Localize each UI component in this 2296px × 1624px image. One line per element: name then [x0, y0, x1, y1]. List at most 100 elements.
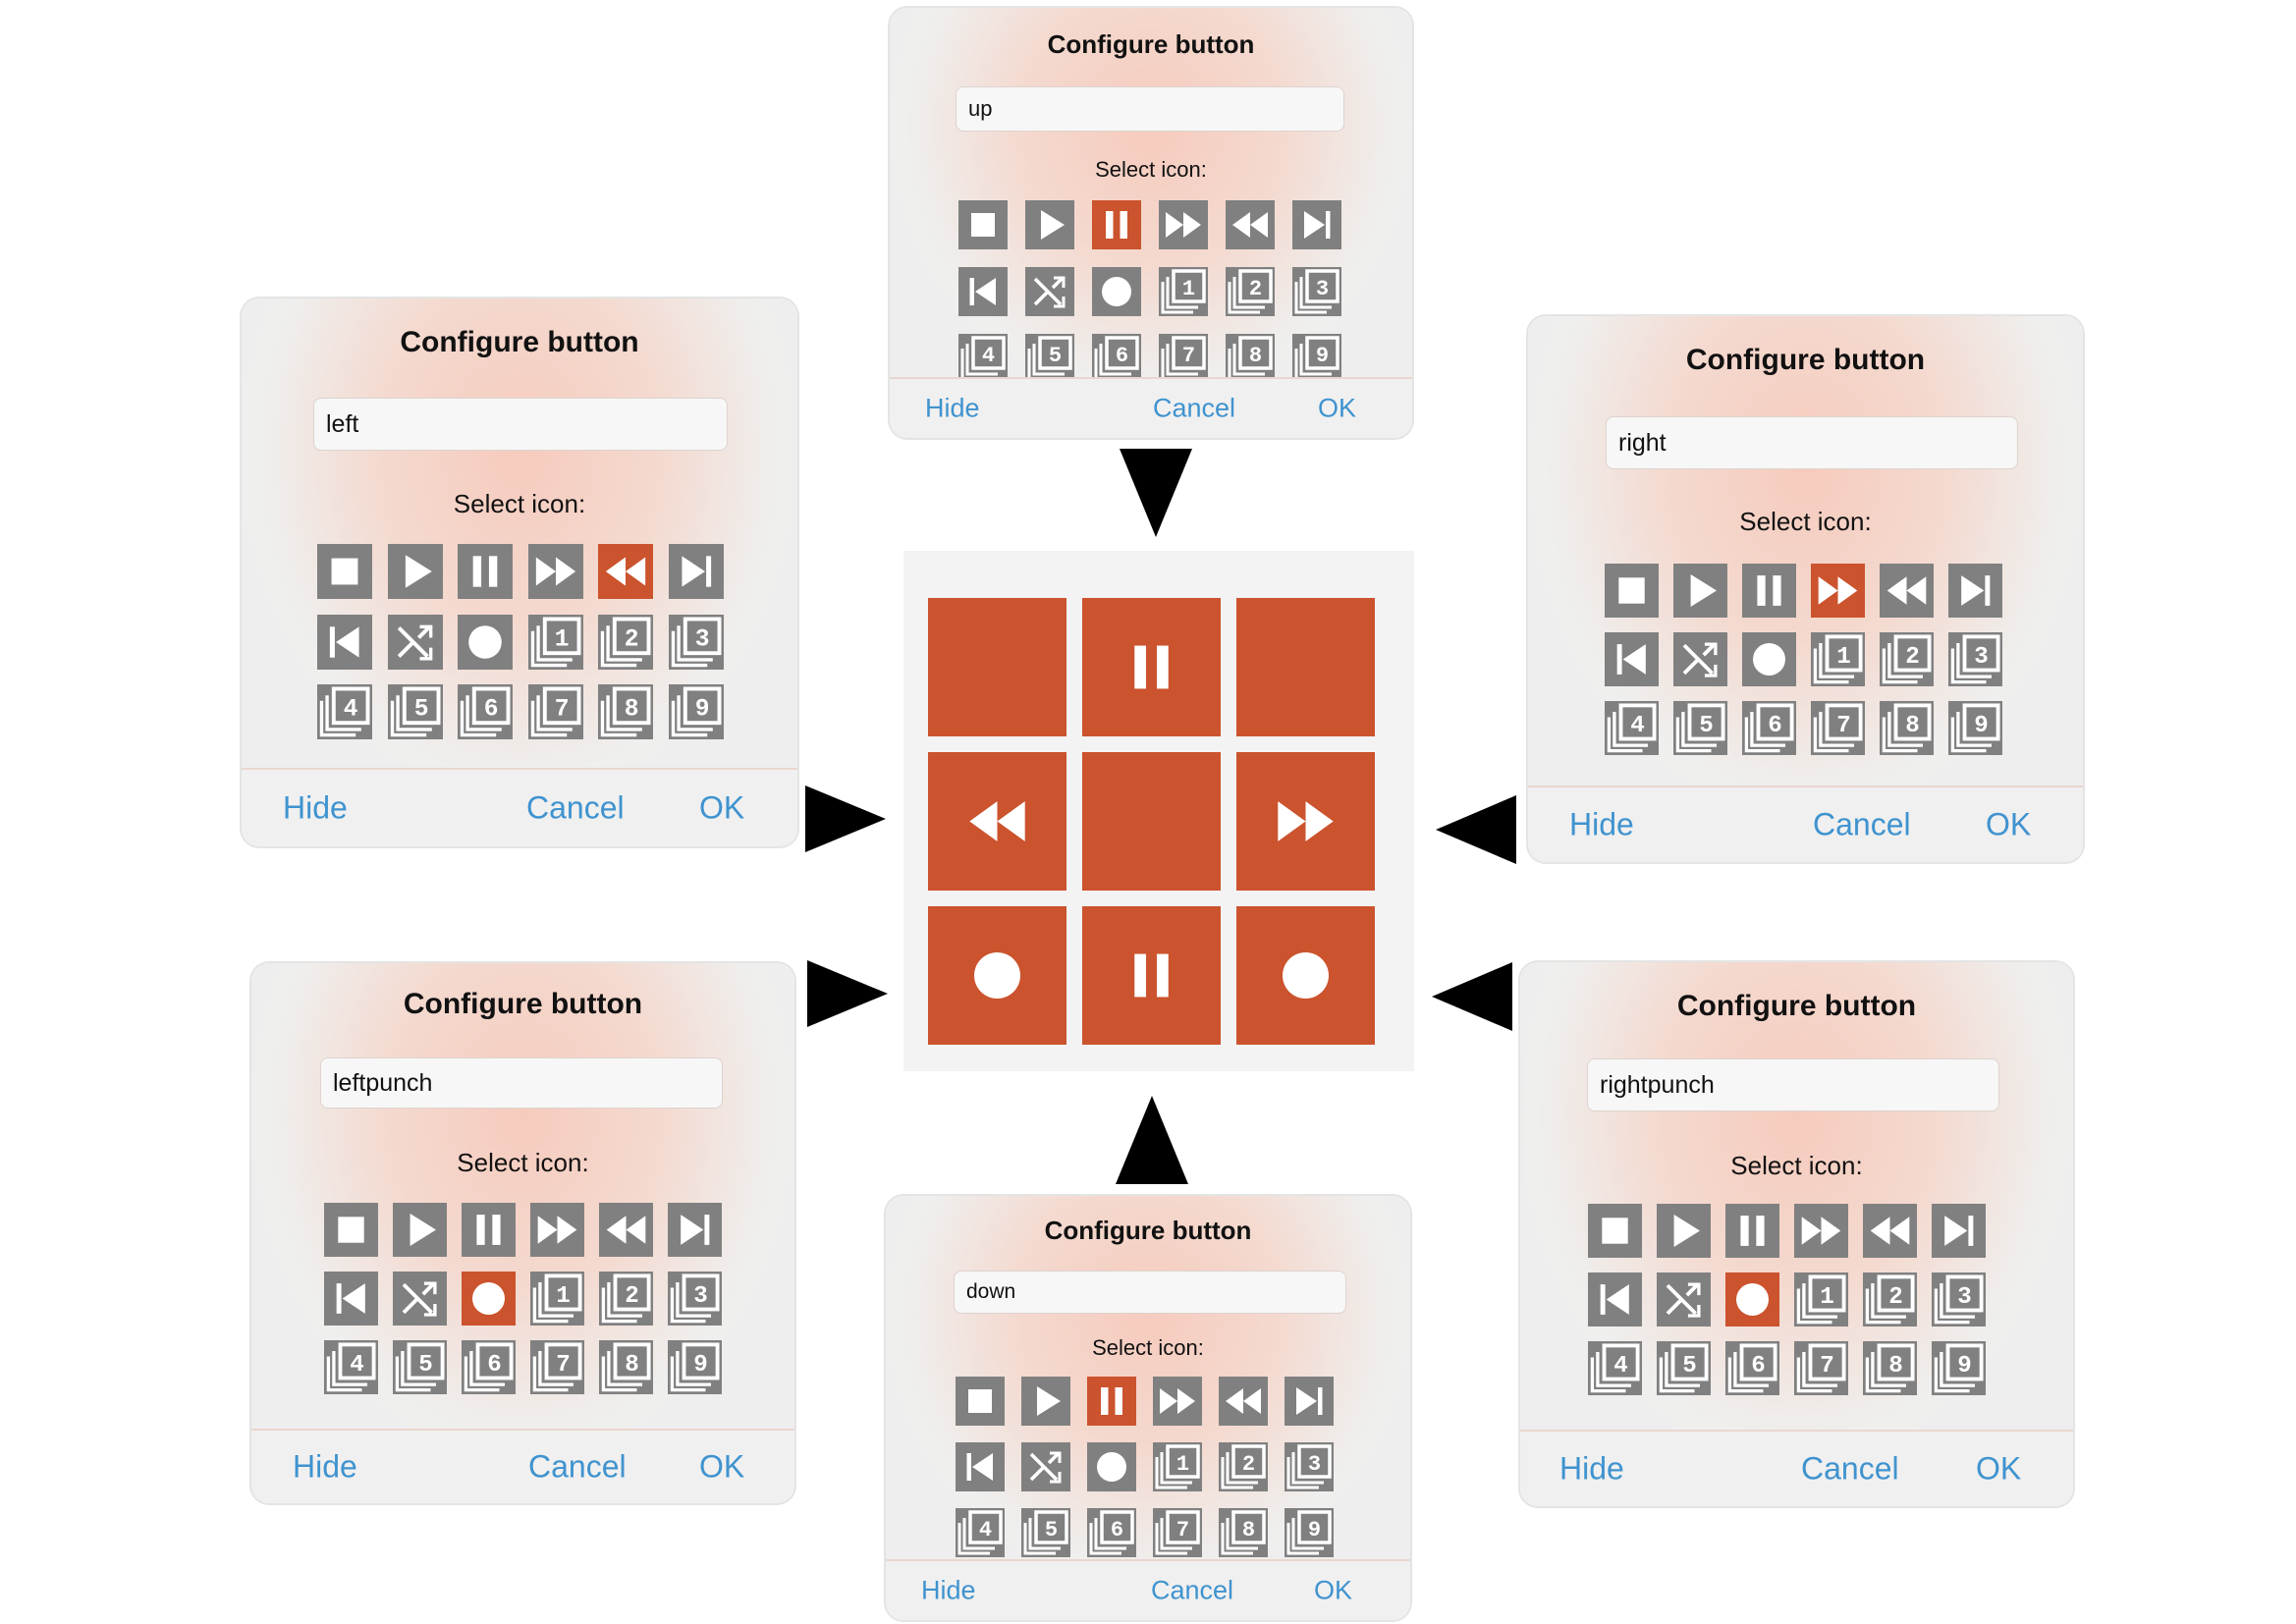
icon-option-layer-1[interactable]: 1 — [530, 1272, 584, 1326]
icon-option-shuffle[interactable] — [1673, 632, 1727, 686]
icon-option-layer-9[interactable]: 9 — [1948, 701, 2002, 755]
icon-option-layer-2[interactable]: 2 — [1219, 1442, 1268, 1491]
hide-button[interactable]: Hide — [925, 394, 980, 424]
icon-option-layer-1[interactable]: 1 — [1794, 1272, 1848, 1326]
icon-option-rewind[interactable] — [1863, 1204, 1917, 1258]
icon-option-layer-7[interactable]: 7 — [530, 1340, 584, 1394]
icon-option-layer-6[interactable]: 6 — [1725, 1341, 1779, 1395]
icon-option-layer-1[interactable]: 1 — [1159, 267, 1208, 316]
icon-option-skip-previous[interactable] — [324, 1272, 378, 1326]
icon-option-layer-8[interactable]: 8 — [598, 684, 653, 739]
button-name-input[interactable] — [954, 1271, 1346, 1314]
icon-option-layer-5[interactable]: 5 — [387, 684, 443, 739]
icon-option-layer-5[interactable]: 5 — [1657, 1341, 1711, 1395]
cancel-button[interactable]: Cancel — [528, 1449, 627, 1486]
icon-option-pause[interactable] — [462, 1203, 516, 1257]
cancel-button[interactable]: Cancel — [1801, 1451, 1899, 1488]
icon-option-layer-5[interactable]: 5 — [1025, 334, 1074, 383]
icon-option-layer-2[interactable]: 2 — [1880, 632, 1934, 686]
icon-option-record[interactable] — [1742, 632, 1796, 686]
icon-option-layer-2[interactable]: 2 — [1863, 1272, 1917, 1326]
icon-option-stop[interactable] — [958, 200, 1008, 249]
icon-option-layer-4[interactable]: 4 — [1588, 1341, 1642, 1395]
icon-option-skip-next[interactable] — [1285, 1377, 1334, 1426]
icon-option-layer-4[interactable]: 4 — [324, 1340, 378, 1394]
icon-option-layer-4[interactable]: 4 — [317, 684, 372, 739]
icon-option-layer-8[interactable]: 8 — [1219, 1508, 1268, 1557]
icon-option-stop[interactable] — [1588, 1204, 1642, 1258]
icon-option-play[interactable] — [1657, 1204, 1711, 1258]
button-name-input[interactable] — [1587, 1058, 1999, 1111]
icon-option-fast-forward[interactable] — [527, 544, 583, 599]
icon-option-layer-6[interactable]: 6 — [1092, 334, 1141, 383]
icon-option-layer-7[interactable]: 7 — [1153, 1508, 1202, 1557]
icon-option-layer-5[interactable]: 5 — [1021, 1508, 1070, 1557]
icon-option-layer-6[interactable]: 6 — [458, 684, 513, 739]
icon-option-layer-5[interactable]: 5 — [393, 1340, 447, 1394]
ok-button[interactable]: OK — [1986, 807, 2031, 843]
icon-option-layer-6[interactable]: 6 — [462, 1340, 516, 1394]
button-name-input[interactable] — [1606, 416, 2018, 469]
icon-option-layer-4[interactable]: 4 — [958, 334, 1008, 383]
icon-option-pause[interactable] — [1725, 1204, 1779, 1258]
hide-button[interactable]: Hide — [921, 1576, 976, 1606]
icon-option-layer-7[interactable]: 7 — [1159, 334, 1208, 383]
controller-button-left[interactable] — [928, 752, 1066, 891]
ok-button[interactable]: OK — [699, 790, 744, 827]
icon-option-rewind[interactable] — [1226, 200, 1275, 249]
icon-option-skip-previous[interactable] — [317, 614, 372, 670]
icon-option-layer-4[interactable]: 4 — [1605, 701, 1659, 755]
icon-option-layer-2[interactable]: 2 — [1226, 267, 1275, 316]
icon-option-skip-next[interactable] — [668, 544, 724, 599]
icon-option-record[interactable] — [458, 614, 513, 670]
icon-option-layer-9[interactable]: 9 — [668, 684, 724, 739]
controller-button-down[interactable] — [1082, 906, 1221, 1045]
button-name-input[interactable] — [313, 398, 728, 451]
icon-option-skip-next[interactable] — [668, 1203, 722, 1257]
icon-option-layer-9[interactable]: 9 — [1292, 334, 1341, 383]
icon-option-fast-forward[interactable] — [530, 1203, 584, 1257]
hide-button[interactable]: Hide — [283, 790, 348, 827]
controller-button-up[interactable] — [1082, 598, 1221, 736]
icon-option-layer-1[interactable]: 1 — [527, 614, 583, 670]
icon-option-rewind[interactable] — [1880, 564, 1934, 618]
icon-option-record[interactable] — [1725, 1272, 1779, 1326]
icon-option-shuffle[interactable] — [1657, 1272, 1711, 1326]
ok-button[interactable]: OK — [1318, 394, 1356, 424]
icon-option-play[interactable] — [1673, 564, 1727, 618]
icon-option-layer-8[interactable]: 8 — [599, 1340, 653, 1394]
icon-option-layer-1[interactable]: 1 — [1153, 1442, 1202, 1491]
cancel-button[interactable]: Cancel — [1153, 394, 1235, 424]
icon-option-rewind[interactable] — [598, 544, 653, 599]
icon-option-play[interactable] — [387, 544, 443, 599]
icon-option-record[interactable] — [1092, 267, 1141, 316]
icon-option-layer-2[interactable]: 2 — [598, 614, 653, 670]
hide-button[interactable]: Hide — [1559, 1451, 1624, 1488]
icon-option-layer-9[interactable]: 9 — [668, 1340, 722, 1394]
icon-option-pause[interactable] — [458, 544, 513, 599]
icon-option-layer-9[interactable]: 9 — [1932, 1341, 1986, 1395]
icon-option-shuffle[interactable] — [1021, 1442, 1070, 1491]
icon-option-layer-8[interactable]: 8 — [1863, 1341, 1917, 1395]
hide-button[interactable]: Hide — [1569, 807, 1634, 843]
icon-option-shuffle[interactable] — [393, 1272, 447, 1326]
icon-option-fast-forward[interactable] — [1811, 564, 1865, 618]
icon-option-layer-7[interactable]: 7 — [1811, 701, 1865, 755]
icon-option-stop[interactable] — [956, 1377, 1005, 1426]
icon-option-fast-forward[interactable] — [1794, 1204, 1848, 1258]
controller-button-right[interactable] — [1236, 752, 1375, 891]
icon-option-skip-previous[interactable] — [958, 267, 1008, 316]
button-name-input[interactable] — [320, 1057, 723, 1109]
cancel-button[interactable]: Cancel — [526, 790, 625, 827]
icon-option-play[interactable] — [1025, 200, 1074, 249]
icon-option-play[interactable] — [393, 1203, 447, 1257]
icon-option-stop[interactable] — [324, 1203, 378, 1257]
ok-button[interactable]: OK — [1976, 1451, 2021, 1488]
icon-option-layer-4[interactable]: 4 — [956, 1508, 1005, 1557]
controller-button-top-right[interactable] — [1236, 598, 1375, 736]
icon-option-layer-9[interactable]: 9 — [1285, 1508, 1334, 1557]
controller-button-leftpunch[interactable] — [928, 906, 1066, 1045]
icon-option-layer-3[interactable]: 3 — [1285, 1442, 1334, 1491]
icon-option-layer-8[interactable]: 8 — [1880, 701, 1934, 755]
icon-option-stop[interactable] — [1605, 564, 1659, 618]
